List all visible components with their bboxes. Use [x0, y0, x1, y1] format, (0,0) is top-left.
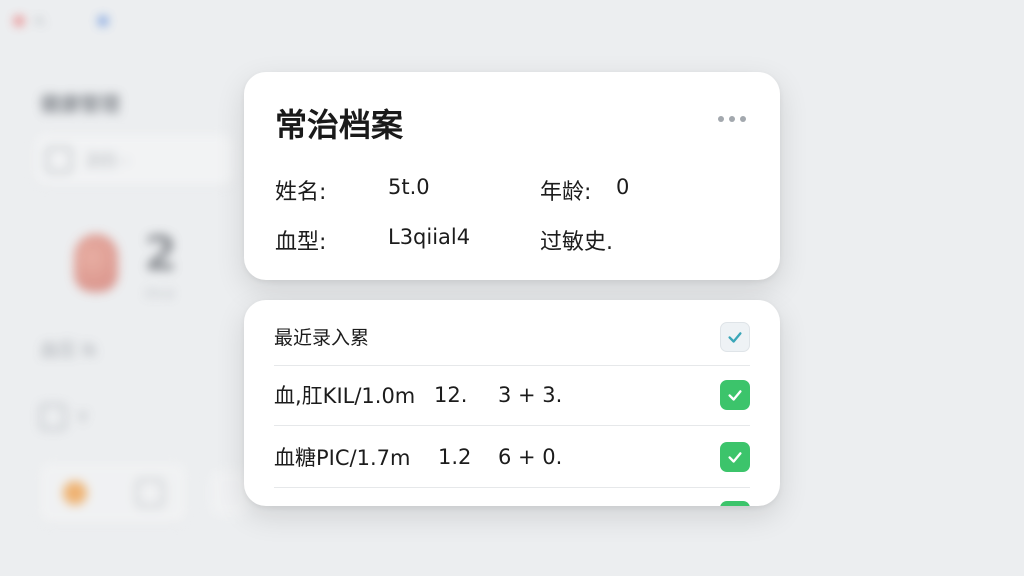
profile-title: 常治档案 [275, 106, 404, 144]
background-row: 血压 lk [40, 340, 98, 361]
background-tab-text: ⁕. [34, 14, 48, 28]
record-value-a: 12. [434, 383, 468, 407]
blue-dot-icon [97, 16, 108, 26]
blood-type-value: L3qiial4 [388, 225, 471, 249]
red-dot-icon [14, 16, 24, 26]
record-value-b: 3 + 3. [498, 383, 563, 407]
record-checkbox[interactable] [720, 380, 750, 410]
heart-icon [74, 234, 118, 292]
check-icon [728, 390, 742, 401]
record-row[interactable] [274, 489, 750, 506]
record-value-a: 1.2 [438, 445, 472, 469]
records-header-title: 最近录入累 [274, 327, 370, 349]
background-title: 健康管理 [40, 92, 120, 116]
background-bottom-bar [38, 462, 188, 524]
name-value: 5t.0 [388, 175, 430, 199]
name-label: 姓名: [275, 180, 327, 205]
background-small-text: 小s p [144, 286, 174, 300]
record-name: 血糖PIC/1.7m [274, 446, 411, 470]
select-all-checkbox[interactable] [720, 321, 750, 352]
document-icon [135, 479, 164, 507]
check-icon [728, 331, 742, 343]
more-options-icon[interactable] [714, 112, 750, 126]
phone-icon [62, 481, 87, 505]
background-big-number: 2 [144, 226, 178, 282]
calendar-icon [46, 147, 72, 173]
blood-type-label: 血型: [275, 230, 327, 255]
records-header: 最近录入累 [274, 308, 750, 366]
allergy-label: 过敏史. [540, 230, 613, 255]
background-search-box: 2(l) - [34, 134, 234, 186]
background-row-text: Y [78, 407, 88, 427]
record-value-b: 6 + 0. [498, 445, 563, 469]
record-row[interactable]: 血糖PIC/1.7m 1.2 6 + 0. [274, 427, 750, 488]
age-value: 0 [616, 175, 630, 199]
record-name: 血,肛KIL/1.0m [274, 384, 416, 408]
records-card: 最近录入累 血,肛KIL/1.0m 12. 3 + 3. 血糖PIC/1.7m … [244, 300, 780, 506]
age-label: 年龄: [540, 180, 592, 205]
profile-card: 常治档案 姓名: 5t.0 年龄: 0 血型: L3qiial4 过敏史. [244, 72, 780, 280]
background-row: Y [40, 404, 88, 430]
record-row[interactable]: 血,肛KIL/1.0m 12. 3 + 3. [274, 365, 750, 426]
grid-icon [40, 404, 66, 430]
background-search-text: 2(l) - [86, 149, 129, 171]
check-icon [728, 452, 742, 463]
record-checkbox[interactable] [720, 501, 750, 506]
background-tab-bar: ⁕. [14, 14, 108, 28]
record-checkbox[interactable] [720, 442, 750, 472]
